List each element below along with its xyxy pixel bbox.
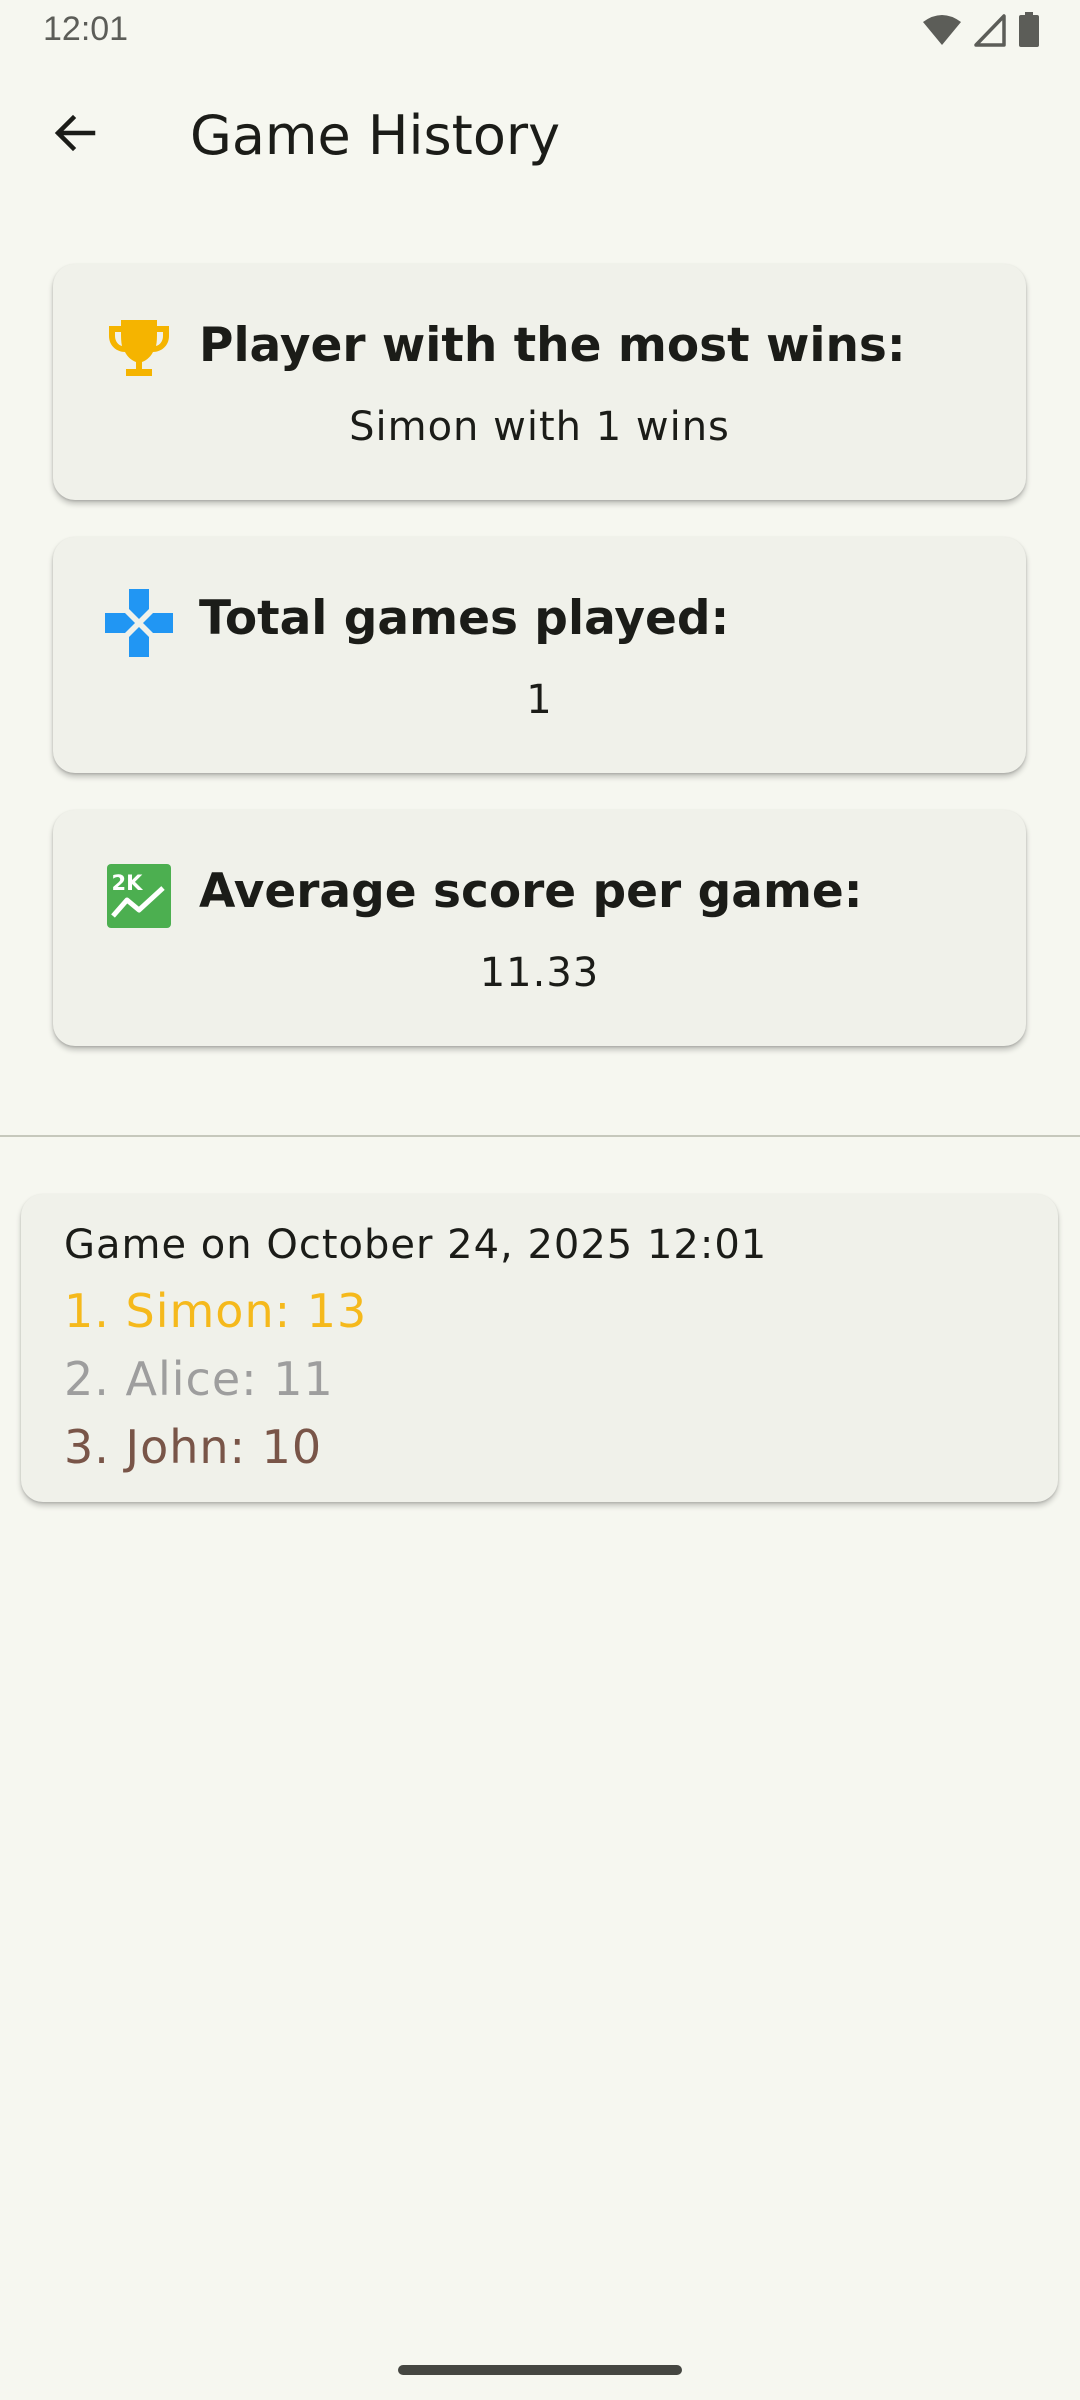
- status-bar: 12:01: [0, 0, 1080, 62]
- game-date-title: Game on October 24, 2025 12:01: [64, 1222, 768, 1268]
- battery-icon: [1018, 12, 1040, 52]
- wifi-icon: [922, 13, 962, 51]
- score-chart-icon: 2K: [103, 860, 175, 932]
- svg-text:2K: 2K: [112, 871, 144, 895]
- result-third-place: 3. John: 10: [64, 1420, 323, 1474]
- total-games-value: 1: [526, 677, 553, 723]
- gamepad-icon: [103, 587, 175, 659]
- average-score-value: 11.33: [479, 950, 600, 996]
- total-games-card: Total games played: 1: [53, 537, 1026, 773]
- most-wins-label: Player with the most wins:: [199, 318, 906, 373]
- divider: [0, 1135, 1080, 1137]
- most-wins-value: Simon with 1 wins: [349, 404, 730, 450]
- game-history-card[interactable]: Game on October 24, 2025 12:01 1. Simon:…: [21, 1194, 1058, 1502]
- total-games-label: Total games played:: [199, 591, 730, 646]
- trophy-icon: [103, 314, 175, 386]
- result-second-place: 2. Alice: 11: [64, 1352, 334, 1406]
- status-time: 12:01: [43, 10, 129, 48]
- result-first-place: 1. Simon: 13: [64, 1284, 368, 1338]
- back-button[interactable]: [40, 100, 110, 170]
- status-icons: [922, 12, 1040, 52]
- app-bar: Game History: [0, 96, 1080, 176]
- arrow-back-icon: [51, 109, 99, 161]
- most-wins-card: Player with the most wins: Simon with 1 …: [53, 264, 1026, 500]
- average-score-label: Average score per game:: [199, 864, 863, 919]
- signal-icon: [974, 13, 1006, 51]
- page-title: Game History: [190, 104, 561, 167]
- average-score-card: 2K Average score per game: 11.33: [53, 810, 1026, 1046]
- gesture-navigation-bar[interactable]: [398, 2365, 682, 2375]
